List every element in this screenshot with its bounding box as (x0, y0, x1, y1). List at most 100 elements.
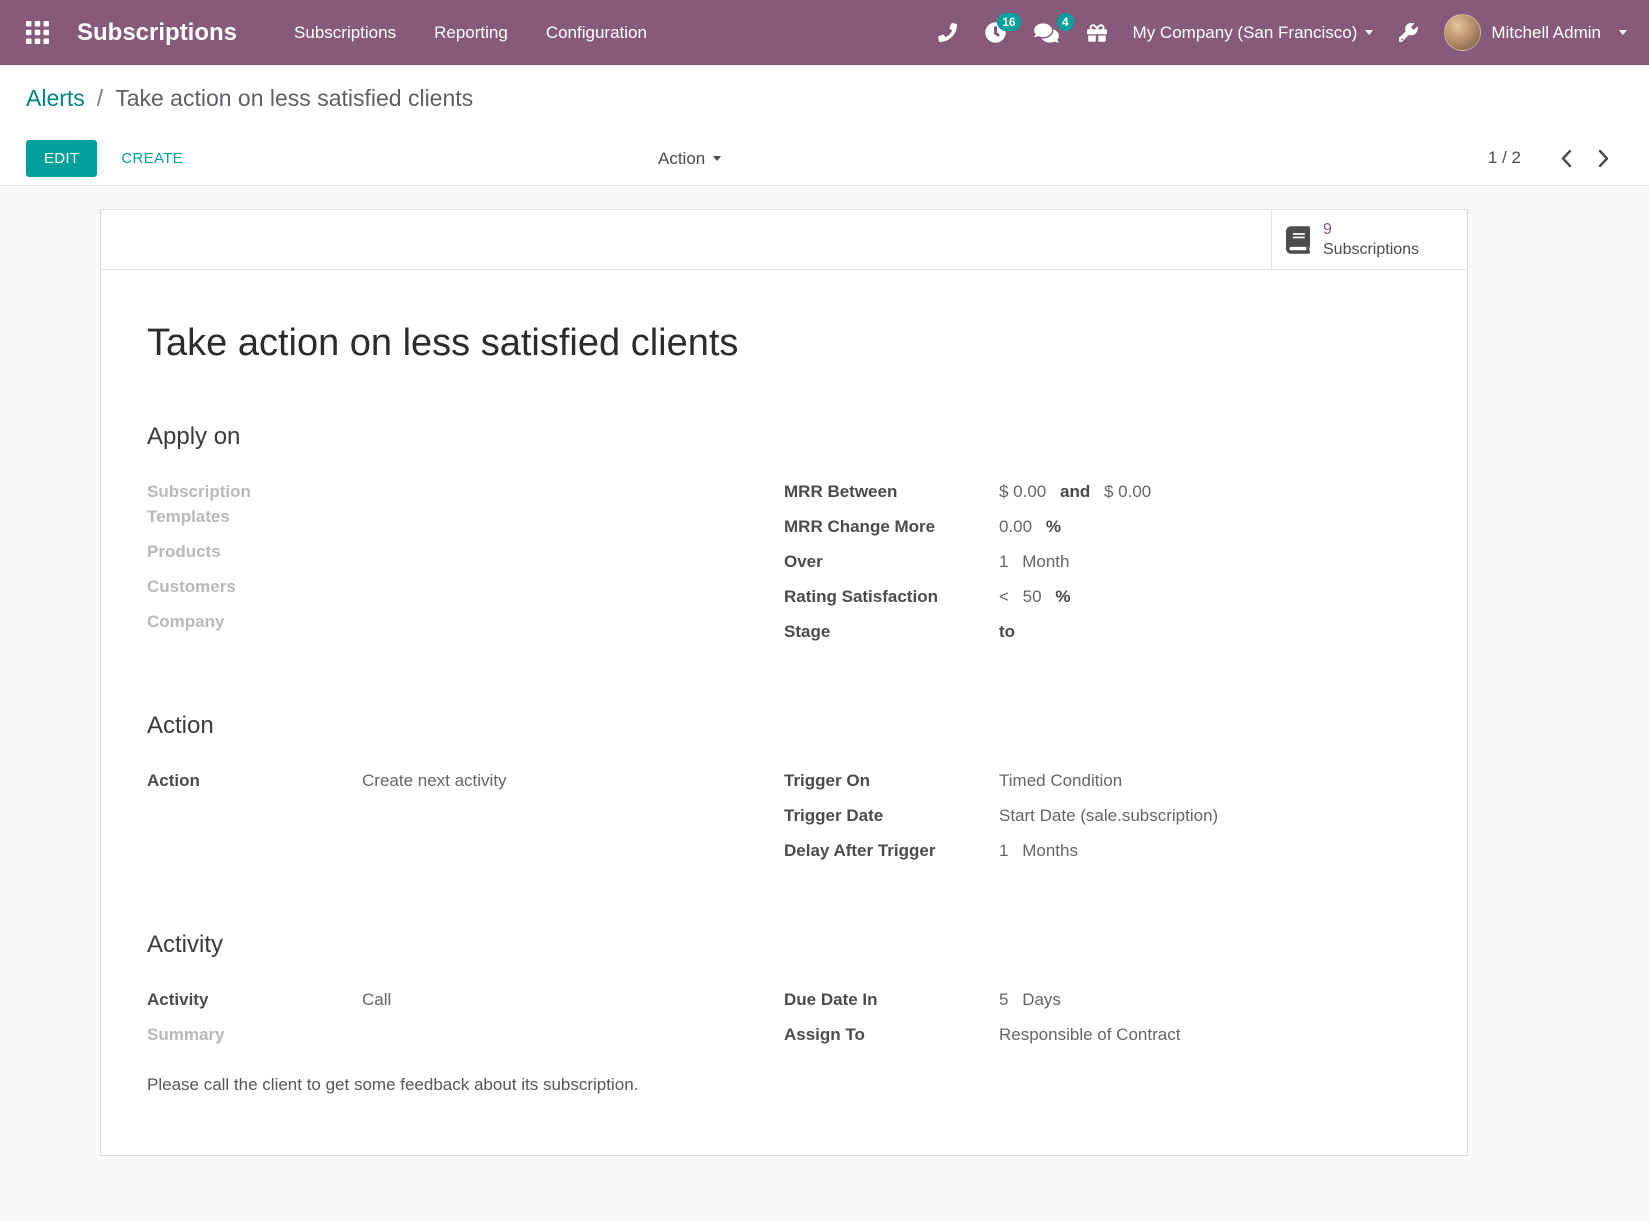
field-delay-after-trigger: Delay After Trigger 1 Months (784, 838, 1421, 863)
stage-label: Stage (784, 619, 999, 644)
over-label: Over (784, 549, 999, 574)
action-right-group: Trigger On Timed Condition Trigger Date … (784, 768, 1421, 873)
pager-value: 1 / 2 (1488, 148, 1521, 168)
menu-configuration[interactable]: Configuration (527, 11, 666, 55)
field-stage: Stage to (784, 619, 1421, 644)
wrench-icon (1399, 23, 1418, 42)
mrr-change-more-value: 0.00 % (999, 514, 1070, 539)
trigger-date-value: Start Date (sale.subscription) (999, 803, 1218, 828)
subscription-templates-label: Subscription Templates (147, 479, 362, 529)
field-summary: Summary (147, 1022, 784, 1047)
top-navbar: Subscriptions Subscriptions Reporting Co… (0, 0, 1649, 65)
mrr-change: 0.00 (999, 517, 1032, 536)
apply-on-right-group: MRR Between $ 0.00 and $ 0.00 MRR Change… (784, 479, 1421, 654)
over-unit: Month (1022, 552, 1069, 571)
action-left-group: Action Create next activity (147, 768, 784, 873)
activity-value: Call (362, 987, 391, 1012)
field-trigger-date: Trigger Date Start Date (sale.subscripti… (784, 803, 1421, 828)
mrr-and: and (1060, 482, 1090, 501)
voip-button[interactable] (924, 11, 971, 54)
stat-count: 9 (1323, 220, 1419, 240)
activity-right-group: Due Date In 5 Days Assign To Responsible… (784, 987, 1421, 1057)
rewards-button[interactable] (1073, 11, 1121, 55)
delay-unit: Months (1022, 841, 1078, 860)
user-menu[interactable]: Mitchell Admin (1432, 8, 1635, 57)
field-activity: Activity Call (147, 987, 784, 1012)
mrr-change-more-label: MRR Change More (784, 514, 999, 539)
caret-down-icon (713, 156, 721, 161)
section-apply-on: Apply on Subscription Templates Products… (147, 423, 1421, 654)
user-avatar (1444, 14, 1481, 51)
over-number: 1 (999, 552, 1008, 571)
apps-menu-button[interactable] (14, 11, 61, 54)
activities-badge: 16 (997, 13, 1020, 31)
field-products: Products (147, 539, 784, 564)
pager: 1 / 2 (1488, 145, 1623, 172)
stage-value: to (999, 619, 1024, 644)
field-mrr-change-more: MRR Change More 0.00 % (784, 514, 1421, 539)
activity-label: Activity (147, 987, 362, 1012)
trigger-on-label: Trigger On (784, 768, 999, 793)
caret-down-icon (1619, 30, 1627, 35)
book-icon (1286, 226, 1310, 254)
trigger-date-label: Trigger Date (784, 803, 999, 828)
stat-button-text: 9 Subscriptions (1323, 220, 1419, 260)
app-name[interactable]: Subscriptions (77, 19, 237, 47)
rating-satisfaction-value: < 50 % (999, 584, 1079, 609)
section-activity: Activity Activity Call Summary (147, 931, 1421, 1095)
messages-badge: 4 (1057, 13, 1074, 31)
mrr-max: $ 0.00 (1104, 482, 1151, 501)
mrr-min: $ 0.00 (999, 482, 1046, 501)
products-label: Products (147, 539, 362, 564)
record-title: Take action on less satisfied clients (147, 322, 1421, 365)
customers-label: Customers (147, 574, 362, 599)
activities-button[interactable]: 16 (971, 10, 1020, 55)
trigger-on-value: Timed Condition (999, 768, 1122, 793)
activity-note: Please call the client to get some feedb… (147, 1075, 1421, 1095)
pager-previous-button[interactable] (1547, 145, 1585, 172)
messages-button[interactable]: 4 (1020, 10, 1073, 56)
over-value: 1 Month (999, 549, 1069, 574)
sheet-body: Take action on less satisfied clients Ap… (101, 270, 1467, 1155)
pager-next-button[interactable] (1585, 145, 1623, 172)
chat-icon (1034, 22, 1059, 44)
form-sheet: 9 Subscriptions Take action on less sati… (100, 209, 1468, 1156)
due-number: 5 (999, 990, 1008, 1009)
field-trigger-on: Trigger On Timed Condition (784, 768, 1421, 793)
create-button[interactable]: CREATE (121, 150, 183, 167)
phone-icon (938, 23, 957, 42)
developer-tools-button[interactable] (1385, 11, 1432, 54)
chevron-right-icon (1598, 149, 1610, 168)
rating-operator: < (999, 587, 1009, 606)
action-dropdown-label: Action (658, 149, 705, 169)
delay-after-trigger-label: Delay After Trigger (784, 838, 999, 863)
field-mrr-between: MRR Between $ 0.00 and $ 0.00 (784, 479, 1421, 504)
field-company: Company (147, 609, 784, 634)
menu-subscriptions[interactable]: Subscriptions (275, 11, 415, 55)
menu-reporting[interactable]: Reporting (415, 11, 527, 55)
action-dropdown[interactable]: Action (658, 131, 721, 186)
breadcrumb-alerts-link[interactable]: Alerts (26, 85, 85, 112)
action-heading: Action (147, 712, 1421, 740)
edit-button[interactable]: EDIT (26, 140, 97, 177)
breadcrumb: Alerts / Take action on less satisfied c… (0, 65, 1649, 131)
activity-left-group: Activity Call Summary (147, 987, 784, 1057)
due-unit: Days (1022, 990, 1061, 1009)
mrr-between-label: MRR Between (784, 479, 999, 504)
company-switcher[interactable]: My Company (San Francisco) (1121, 11, 1386, 55)
delay-number: 1 (999, 841, 1008, 860)
due-date-in-value: 5 Days (999, 987, 1061, 1012)
stage-to: to (999, 622, 1015, 641)
apps-grid-icon (26, 21, 49, 44)
due-date-in-label: Due Date In (784, 987, 999, 1012)
rating-number: 50 (1023, 587, 1042, 606)
mrr-change-unit: % (1046, 517, 1061, 536)
assign-to-value: Responsible of Contract (999, 1022, 1180, 1047)
delay-after-trigger-value: 1 Months (999, 838, 1078, 863)
activity-heading: Activity (147, 931, 1421, 959)
action-label: Action (147, 768, 362, 793)
field-rating-satisfaction: Rating Satisfaction < 50 % (784, 584, 1421, 609)
content-area: 9 Subscriptions Take action on less sati… (0, 186, 1649, 1221)
summary-label: Summary (147, 1022, 362, 1047)
subscriptions-stat-button[interactable]: 9 Subscriptions (1271, 210, 1467, 269)
